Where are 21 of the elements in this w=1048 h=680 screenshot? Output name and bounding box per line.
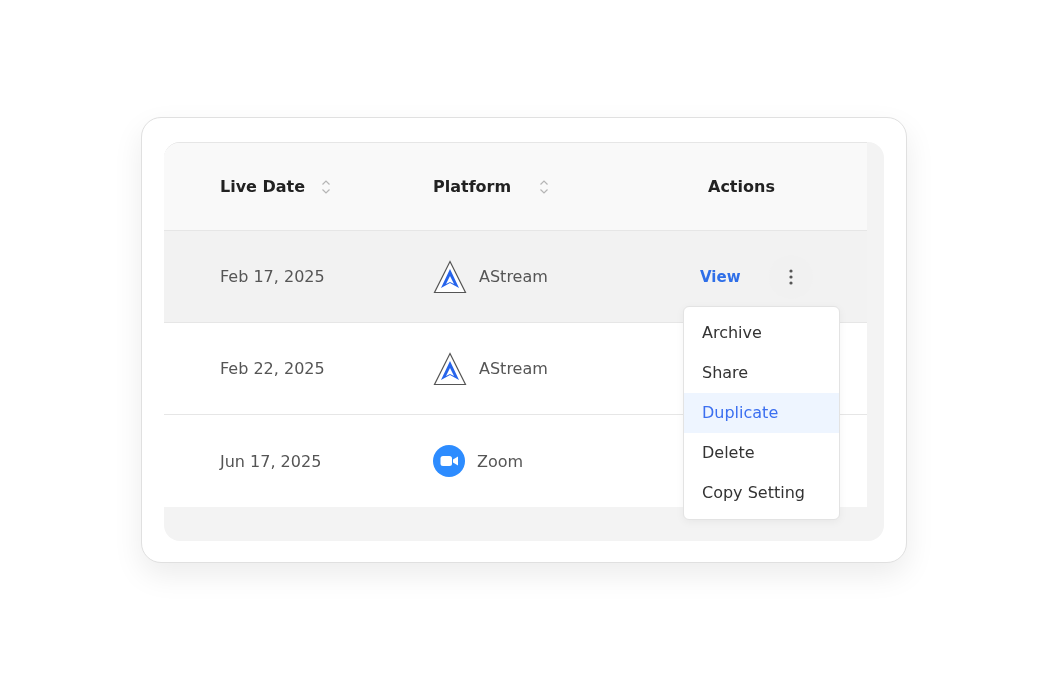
sort-icon[interactable]: [539, 178, 550, 195]
menu-item[interactable]: Share: [684, 353, 839, 393]
date-cell: Feb 17, 2025: [220, 267, 325, 286]
column-header: Actions: [708, 177, 775, 196]
triangle-logo-icon: [433, 351, 467, 386]
platform-name: AStream: [479, 359, 548, 378]
menu-item[interactable]: Copy Setting: [684, 473, 839, 513]
column-header: Live Date: [220, 177, 306, 196]
menu-item[interactable]: Duplicate: [684, 393, 839, 433]
menu-item[interactable]: Archive: [684, 313, 839, 353]
sort-icon[interactable]: [321, 178, 332, 195]
platform-name: AStream: [479, 267, 548, 286]
platform-name: Zoom: [477, 451, 524, 471]
date-cell: Jun 17, 2025: [220, 451, 322, 471]
column-header: Platform: [433, 177, 512, 196]
triangle-logo-icon: [433, 259, 467, 294]
vertical-dots-icon: [788, 268, 793, 285]
view-link[interactable]: View: [700, 267, 741, 286]
video-camera-icon: [433, 445, 465, 477]
date-cell: Feb 22, 2025: [220, 359, 325, 378]
menu-item[interactable]: Delete: [684, 433, 839, 473]
